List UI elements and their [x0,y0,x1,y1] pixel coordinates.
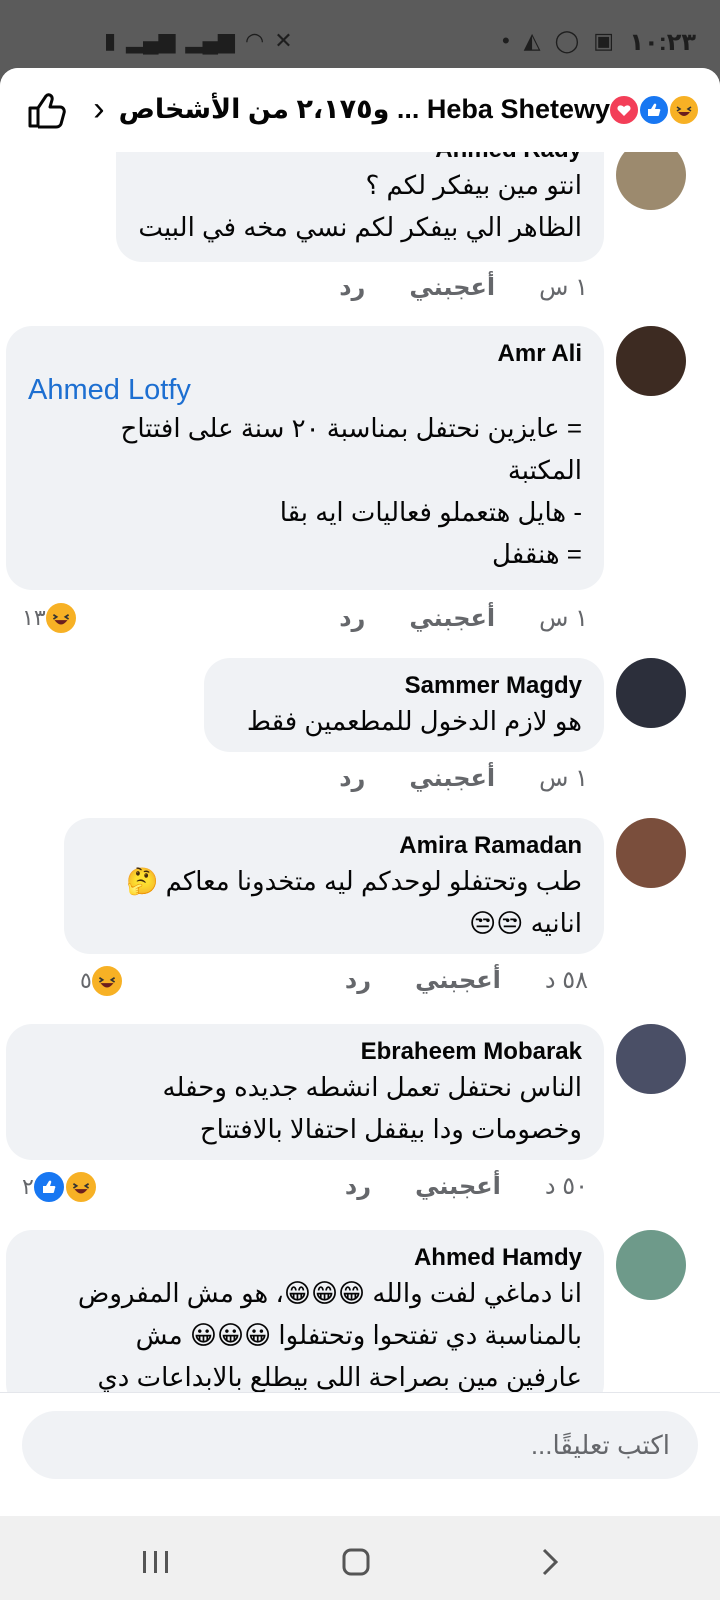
comment-text-line: انانيه 😒😒 [469,908,582,938]
comment-time: ٥٨ د [544,967,588,994]
system-nav-bar [0,1516,720,1600]
reply-action[interactable]: رد [339,273,365,302]
comment-text-line: - هايل هتعملو فعاليات ايه بقا [279,497,582,527]
status-bar: ▮ ▂▄▆ ▂▄▆ ◠ ✕ • ◭ ◯ ▣ ١٠:٢٣ [0,0,720,68]
reactions-summary[interactable]: Heba Shetewy ... و٢،١٧٥ من الأشخاص ‹ [92,90,700,129]
battery-icon: ▮ [104,28,117,53]
clock: ١٠:٢٣ [629,29,696,56]
reply-action[interactable]: رد [339,604,365,633]
home-icon[interactable] [336,1542,376,1582]
sheet-header: Heba Shetewy ... و٢،١٧٥ من الأشخاص ‹ [0,68,720,152]
comments-sheet: Heba Shetewy ... و٢،١٧٥ من الأشخاص ‹ Ahm… [0,68,720,1516]
avatar[interactable] [616,1024,686,1094]
haha-icon [63,1170,98,1204]
comment-text-line: عارفين مين بصراحة اللى بيطلع بالابداعات … [97,1362,582,1392]
comment-text-line: الناس نحتفل تعمل انشطه جديده وحفله [162,1072,582,1102]
comment-bubble[interactable]: Amr Ali Ahmed Lotfy = عايزين نحتفل بمناس… [6,326,604,590]
comment-bubble[interactable]: Ahmed Hamdy انا دماغي لفت والله 😁😁😁، هو … [6,1230,604,1392]
avatar[interactable] [616,1230,686,1300]
haha-icon [668,93,700,126]
status-icons-right: • ◭ ◯ ▣ [502,30,614,52]
comment-text-line: = عايزين نحتفل بمناسبة ٢٠ سنة على افتتاح [120,413,582,443]
mention-link[interactable]: Ahmed Lotfy [28,374,582,407]
like-action[interactable]: أعجبني [409,764,495,793]
like-icon [31,1170,66,1204]
comment-text-line: طب وتحتفلو لوحدكم ليه متخدونا معاكم 🤔 [125,866,582,896]
like-action[interactable]: أعجبني [409,273,495,302]
reaction-count: ٢ [22,1174,34,1199]
comment-author[interactable]: Amr Ali [28,340,582,368]
haha-icon [43,601,78,635]
mute-icon: ✕ [274,28,293,53]
whatsapp-icon: ◯ [554,28,580,53]
comment-bubble[interactable]: Ebraheem Mobarak الناس نحتفل تعمل انشطه … [6,1024,604,1160]
recent-apps-icon[interactable] [136,1542,176,1582]
comment-author[interactable]: Ahmed Rady [138,152,582,164]
avatar[interactable] [616,152,686,210]
comment-author[interactable]: Amira Ramadan [86,832,582,860]
avatar[interactable] [616,818,686,888]
reply-action[interactable]: رد [345,1172,371,1201]
comment-time: ٥٠ د [544,1173,588,1200]
header-title: Heba Shetewy ... و٢،١٧٥ من الأشخاص [118,94,610,124]
comment-reactions[interactable]: ١٣ [22,601,78,635]
comment-bubble[interactable]: Amira Ramadan طب وتحتفلو لوحدكم ليه متخد… [64,818,604,954]
comment-reactions[interactable]: ٢ [22,1170,98,1204]
reply-action[interactable]: رد [339,764,365,793]
comment-actions: ١ س أعجبني رد [339,764,588,793]
comment-bubble[interactable]: Sammer Magdy هو لازم الدخول للمطعمين فقط [204,658,604,752]
chevron-icon: ‹ [93,90,105,128]
signal-icon: ▂▄▆ [126,28,176,53]
comments-list: Ahmed Rady انتو مين بيفكر لكم ؟ الظاهر ا… [0,152,720,1392]
comment-text-line: انا دماغي لفت والله 😁😁😁، هو مش المفروض [77,1278,582,1308]
status-icons-left: ▮ ▂▄▆ ▂▄▆ ◠ ✕ [104,30,293,52]
comment-actions: ٥٠ د أعجبني رد [345,1172,588,1201]
comment-text-line: = هنقفل [492,539,582,569]
comment-author[interactable]: Ebraheem Mobarak [28,1038,582,1066]
comment-time: ١ س [539,605,588,632]
gallery-icon: ▣ [593,28,614,53]
reaction-count: ١٣ [22,605,46,630]
dot-icon: • [501,28,510,53]
avatar[interactable] [616,658,686,728]
like-action[interactable]: أعجبني [415,966,501,995]
like-action[interactable]: أعجبني [409,604,495,633]
avatar[interactable] [616,326,686,396]
comment-text-line: المكتبة [507,455,582,485]
comment-actions: ١ س أعجبني رد [339,273,588,302]
wifi-icon: ◠ [244,28,265,53]
comment-bubble[interactable]: Ahmed Rady انتو مين بيفكر لكم ؟ الظاهر ا… [116,152,604,262]
comment-author[interactable]: Sammer Magdy [226,672,582,700]
comment-actions: ٥٨ د أعجبني رد [345,966,588,995]
like-icon [638,93,670,126]
reaction-count: ٥ [80,968,92,993]
comment-text-line: بالمناسبة دي تفتحوا وتحتفلوا 😀😀😀 مش [135,1320,582,1350]
comment-actions: ١ س أعجبني رد [339,604,588,633]
love-icon [608,93,640,126]
like-action[interactable]: أعجبني [415,1172,501,1201]
comment-reactions[interactable]: ٥ [80,964,124,998]
haha-icon [89,964,124,998]
comment-author[interactable]: Ahmed Hamdy [28,1244,582,1272]
comment-input[interactable]: اكتب تعليقًا... [22,1411,698,1479]
comment-text-line: الظاهر الي بيفكر لكم نسي مخه في البيت [138,212,582,242]
back-icon[interactable] [530,1542,570,1582]
reply-action[interactable]: رد [345,966,371,995]
comment-time: ١ س [539,765,588,792]
like-outline-icon[interactable] [24,88,68,132]
signal-icon-2: ▂▄▆ [185,28,235,53]
comment-time: ١ س [539,274,588,301]
app-icon: ◭ [523,28,541,53]
comment-text-line: انتو مين بيفكر لكم ؟ [365,170,582,200]
comment-composer: اكتب تعليقًا... [0,1392,720,1516]
comment-text-line: هو لازم الدخول للمطعمين فقط [246,706,582,736]
comment-text-line: وخصومات ودا بيقفل احتفالا بالافتتاح [199,1114,582,1144]
